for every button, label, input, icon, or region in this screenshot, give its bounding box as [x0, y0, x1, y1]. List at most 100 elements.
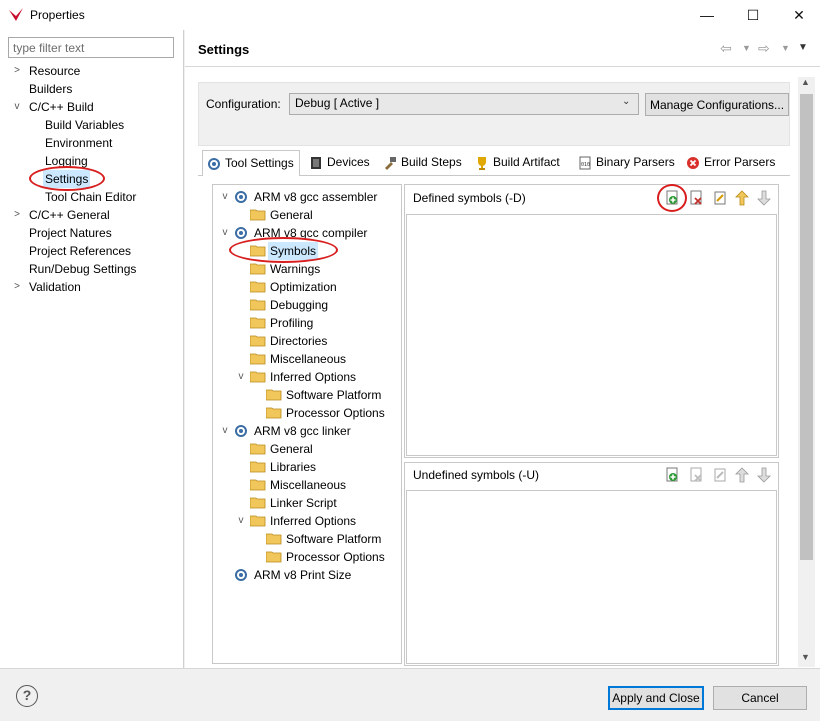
tree-item-linker-general[interactable]: General: [270, 440, 313, 458]
maximize-button[interactable]: ☐: [730, 0, 776, 30]
cancel-button[interactable]: Cancel: [713, 686, 807, 710]
tree-item-debugging[interactable]: Debugging: [270, 296, 328, 314]
build-steps-icon: [385, 156, 396, 170]
tab-build-steps[interactable]: Build Steps: [379, 152, 467, 175]
nav-item-cc-general[interactable]: C/C++ General: [29, 206, 110, 224]
tab-tool-settings[interactable]: Tool Settings: [202, 150, 300, 176]
folder-icon: [250, 443, 266, 455]
tab-label: Binary Parsers: [596, 155, 675, 169]
move-down-icon[interactable]: [756, 190, 772, 206]
edit-icon[interactable]: [712, 467, 728, 483]
tree-item-linker-inferred-options[interactable]: Inferred Options: [270, 512, 356, 530]
nav-item-environment[interactable]: Environment: [45, 134, 112, 152]
edit-icon[interactable]: [712, 190, 728, 206]
tree-item-inferred-options[interactable]: Inferred Options: [270, 368, 356, 386]
svg-text:010: 010: [581, 162, 590, 168]
forward-dropdown-icon[interactable]: ▼: [781, 39, 790, 57]
tree-item-linker-miscellaneous[interactable]: Miscellaneous: [270, 476, 346, 494]
folder-icon: [250, 515, 266, 527]
view-menu-icon[interactable]: ▼: [798, 39, 808, 57]
tab-binary-parsers[interactable]: 010 Binary Parsers: [574, 152, 678, 175]
tree-item-linker-software-platform[interactable]: Software Platform: [286, 530, 381, 548]
folder-icon: [250, 263, 266, 275]
devices-icon: [311, 156, 321, 169]
tree-item-processor-options[interactable]: Processor Options: [286, 404, 385, 422]
manage-configurations-button[interactable]: Manage Configurations...: [645, 93, 789, 116]
tree-item-print-size[interactable]: ARM v8 Print Size: [254, 566, 351, 584]
undefined-symbols-title: Undefined symbols (-U): [413, 468, 540, 482]
nav-item-project-natures[interactable]: Project Natures: [29, 224, 112, 242]
tree-item-miscellaneous[interactable]: Miscellaneous: [270, 350, 346, 368]
scroll-up-icon[interactable]: ▲: [801, 77, 810, 87]
nav-item-validation[interactable]: Validation: [29, 278, 81, 296]
window-title: Properties: [30, 8, 85, 22]
tree-item-directories[interactable]: Directories: [270, 332, 327, 350]
tab-label: Devices: [327, 155, 370, 169]
move-up-icon[interactable]: [734, 190, 750, 206]
folder-icon: [250, 281, 266, 293]
collapse-chevron-icon[interactable]: v: [236, 512, 246, 530]
nav-item-builders[interactable]: Builders: [29, 80, 72, 98]
tree-item-linker-script[interactable]: Linker Script: [270, 494, 337, 512]
back-arrow-icon[interactable]: ⇦: [720, 39, 732, 57]
minimize-button[interactable]: —: [684, 0, 730, 30]
collapse-chevron-icon[interactable]: v: [220, 188, 230, 206]
folder-icon: [250, 335, 266, 347]
configuration-label: Configuration:: [206, 97, 281, 111]
folder-icon: [250, 461, 266, 473]
tree-item-software-platform[interactable]: Software Platform: [286, 386, 381, 404]
nav-item-build-variables[interactable]: Build Variables: [45, 116, 124, 134]
header-divider: [185, 66, 820, 67]
folder-icon: [250, 209, 266, 221]
configuration-select[interactable]: Debug [ Active ]: [289, 93, 639, 115]
expand-chevron-icon[interactable]: >: [12, 206, 22, 224]
scrollbar-thumb[interactable]: [800, 94, 813, 560]
delete-icon[interactable]: [689, 467, 705, 483]
tree-item-warnings[interactable]: Warnings: [270, 260, 320, 278]
tree-item-optimization[interactable]: Optimization: [270, 278, 337, 296]
delete-icon[interactable]: [689, 190, 705, 206]
tab-error-parsers[interactable]: Error Parsers: [682, 152, 776, 175]
chevron-down-icon[interactable]: ⌄: [622, 96, 630, 107]
collapse-chevron-icon[interactable]: v: [220, 224, 230, 242]
defined-symbols-list[interactable]: [406, 214, 777, 456]
tab-label: Error Parsers: [704, 155, 776, 169]
tree-item-profiling[interactable]: Profiling: [270, 314, 313, 332]
forward-arrow-icon[interactable]: ⇨: [758, 39, 770, 57]
nav-item-cc-build[interactable]: C/C++ Build: [29, 98, 94, 116]
back-dropdown-icon[interactable]: ▼: [742, 39, 751, 57]
move-up-icon[interactable]: [734, 467, 750, 483]
add-icon[interactable]: [665, 467, 681, 483]
filter-input[interactable]: [8, 37, 174, 58]
tree-item-linker-processor-options[interactable]: Processor Options: [286, 548, 385, 566]
collapse-chevron-icon[interactable]: v: [12, 98, 22, 116]
apply-and-close-button[interactable]: Apply and Close: [608, 686, 704, 710]
tab-build-artifact[interactable]: Build Artifact: [471, 152, 569, 175]
scroll-down-icon[interactable]: ▼: [801, 652, 810, 662]
highlight-circle: [657, 184, 687, 212]
nav-item-run-debug-settings[interactable]: Run/Debug Settings: [29, 260, 136, 278]
tab-devices[interactable]: Devices: [305, 152, 375, 175]
move-down-icon[interactable]: [756, 467, 772, 483]
nav-item-resource[interactable]: Resource: [29, 62, 80, 80]
folder-icon: [250, 317, 266, 329]
page-title: Settings: [198, 42, 250, 57]
trophy-icon: [478, 156, 486, 170]
tree-item-assembler[interactable]: ARM v8 gcc assembler: [254, 188, 377, 206]
folder-icon: [266, 533, 282, 545]
undefined-symbols-list[interactable]: [406, 490, 777, 664]
error-icon: [687, 156, 699, 169]
expand-chevron-icon[interactable]: >: [12, 62, 22, 80]
help-icon[interactable]: ?: [16, 685, 38, 707]
nav-item-project-references[interactable]: Project References: [29, 242, 131, 260]
nav-item-tool-chain-editor[interactable]: Tool Chain Editor: [45, 188, 136, 206]
tree-item-linker[interactable]: ARM v8 gcc linker: [254, 422, 351, 440]
collapse-chevron-icon[interactable]: v: [220, 422, 230, 440]
expand-chevron-icon[interactable]: >: [12, 278, 22, 296]
tree-item-libraries[interactable]: Libraries: [270, 458, 316, 476]
folder-icon: [266, 389, 282, 401]
close-button[interactable]: ✕: [776, 0, 820, 30]
collapse-chevron-icon[interactable]: v: [236, 368, 246, 386]
tree-item-assembler-general[interactable]: General: [270, 206, 313, 224]
app-logo-icon: [9, 8, 23, 21]
